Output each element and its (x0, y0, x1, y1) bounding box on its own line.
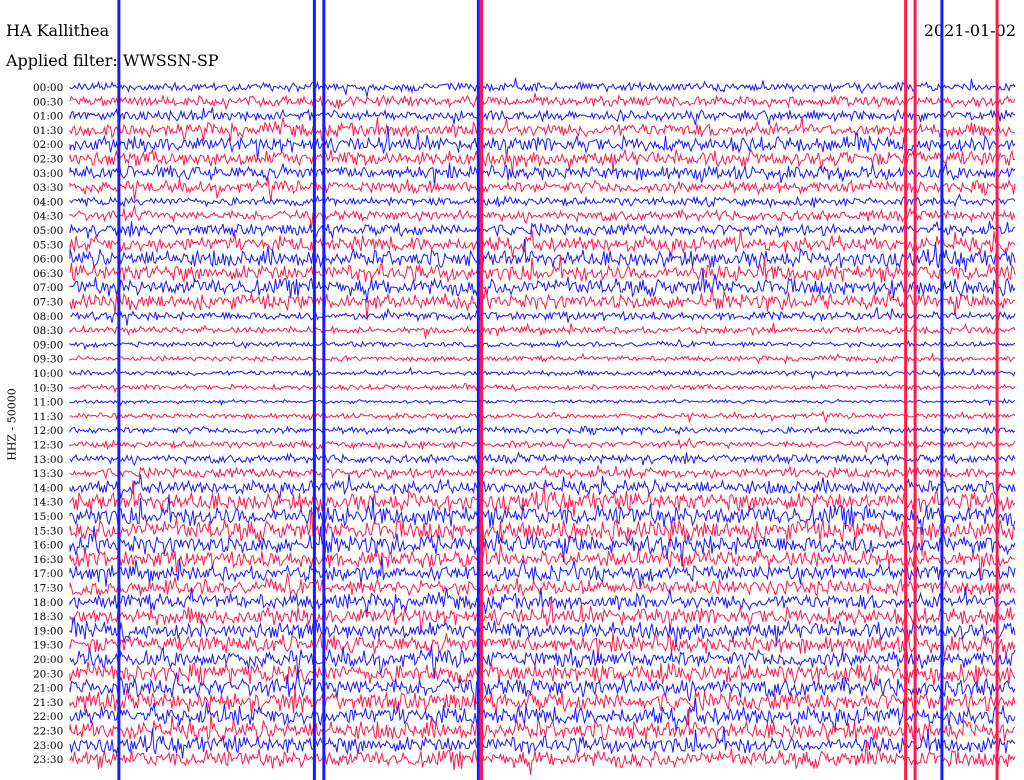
tick-label: 14:30 (33, 497, 63, 509)
tick-label: 04:00 (33, 196, 63, 208)
tick-label: 21:00 (33, 683, 63, 695)
tick-label: 20:30 (33, 668, 63, 680)
trace-row (69, 204, 1016, 228)
tick-label: 15:00 (33, 511, 63, 523)
trace-row (69, 573, 1016, 598)
tick-label: 18:00 (33, 597, 63, 609)
tick-label: 14:00 (33, 482, 63, 494)
tick-label: 00:00 (33, 82, 63, 94)
trace-row (69, 397, 1016, 407)
tick-label: 06:30 (33, 268, 63, 280)
tick-label: 16:00 (33, 540, 63, 552)
tick-label: 23:30 (33, 754, 63, 766)
tick-label: 03:30 (33, 182, 63, 194)
tick-label: 17:00 (33, 568, 63, 580)
tick-label: 12:00 (33, 425, 63, 437)
trace-row (69, 176, 1016, 201)
trace-row (69, 338, 1016, 351)
tick-label: 03:00 (33, 168, 63, 180)
trace-row (69, 424, 1016, 437)
tick-label: 13:00 (33, 454, 63, 466)
trace-row (69, 193, 1016, 209)
tick-label: 16:30 (33, 554, 63, 566)
tick-label: 12:30 (33, 440, 63, 452)
tick-label: 15:30 (33, 525, 63, 537)
trace-row (69, 306, 1016, 326)
trace-row (69, 436, 1016, 453)
tick-label: 18:30 (33, 611, 63, 623)
tick-label: 13:30 (33, 468, 63, 480)
trace-row (69, 93, 1016, 111)
tick-label: 20:00 (33, 654, 63, 666)
tick-label: 02:30 (33, 154, 63, 166)
trace-row (69, 464, 1016, 481)
tick-label: 11:30 (33, 411, 63, 423)
trace-row (69, 451, 1016, 467)
tick-label: 10:00 (33, 368, 63, 380)
tick-label: 01:30 (33, 125, 63, 137)
tick-label: 06:00 (33, 254, 63, 266)
tick-label: 21:30 (33, 697, 63, 709)
tick-label: 04:30 (33, 211, 63, 223)
tick-label: 05:00 (33, 225, 63, 237)
tick-label: 02:00 (33, 139, 63, 151)
tick-label: 09:00 (33, 339, 63, 351)
trace-row (69, 220, 1016, 239)
tick-label: 19:00 (33, 625, 63, 637)
helicorder-plot: 00:00 00:30 01:00 01:30 02:00 02:30 03:00 03:30… (33, 0, 1016, 780)
trace-row (69, 229, 1016, 257)
tick-label: 09:30 (33, 354, 63, 366)
tick-label: 08:30 (33, 325, 63, 337)
tick-label: 07:30 (33, 297, 63, 309)
trace-row (69, 161, 1016, 187)
trace-row (69, 77, 1016, 97)
tick-label: 11:00 (33, 397, 63, 409)
trace-row (69, 409, 1016, 424)
tick-label: 08:00 (33, 311, 63, 323)
tick-label: 23:00 (33, 740, 63, 752)
tick-label: 22:30 (33, 726, 63, 738)
trace-row (69, 107, 1016, 126)
trace-row (69, 352, 1016, 365)
tick-label: 07:00 (33, 282, 63, 294)
trace-row (69, 383, 1016, 394)
trace-row (69, 148, 1015, 174)
tick-label: 01:00 (33, 111, 63, 123)
tick-label: 00:30 (33, 96, 63, 108)
tick-label: 19:30 (33, 640, 63, 652)
tick-label: 10:30 (33, 382, 63, 394)
tick-label: 05:30 (33, 239, 63, 251)
trace-row (69, 322, 1016, 339)
tick-label: 17:30 (33, 583, 63, 595)
tick-label: 22:00 (33, 711, 63, 723)
trace-row (69, 366, 1016, 380)
trace-row (69, 661, 1016, 688)
